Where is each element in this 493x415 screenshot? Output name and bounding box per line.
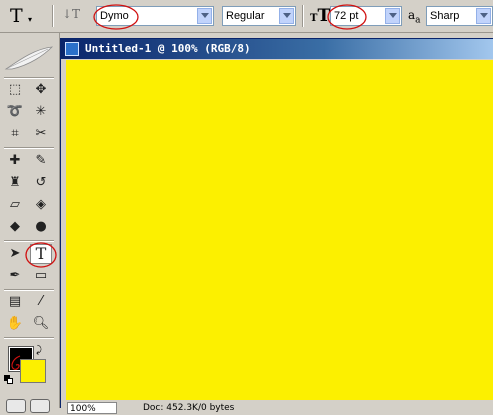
standard-mode-button[interactable] — [6, 399, 26, 413]
marquee-tool-icon[interactable]: ⬚ — [4, 80, 26, 100]
chevron-down-icon[interactable] — [385, 8, 400, 24]
divider — [4, 289, 54, 291]
canvas[interactable] — [66, 60, 493, 400]
lasso-tool-icon[interactable]: ➰ — [4, 102, 26, 122]
divider — [4, 240, 54, 242]
notes-tool-icon[interactable]: ▤ — [4, 292, 26, 312]
clone-stamp-tool-icon[interactable]: ♜ — [4, 173, 26, 193]
eyedropper-tool-icon[interactable]: ⁄ — [30, 292, 52, 312]
document-icon — [65, 42, 79, 56]
divider — [52, 5, 54, 27]
paint-bucket-tool-icon[interactable]: ◈ — [30, 195, 52, 215]
document-title: Untitled-1 @ 100% (RGB/8) — [85, 42, 251, 55]
crop-tool-icon[interactable]: ⌗ — [4, 124, 26, 144]
toolbox: ⬚ ✥ ➰ ✳ ⌗ ✂ ✚ ✎ ♜ ↺ ▱ ◈ ◆ ● ➤ T ✒ ▭ ▤ ⁄ … — [0, 33, 60, 413]
document-window[interactable]: Untitled-1 @ 100% (RGB/8) 100% Doc: 452.… — [60, 38, 493, 414]
eraser-tool-icon[interactable]: ▱ — [4, 195, 26, 215]
divider — [4, 337, 54, 339]
slice-tool-icon[interactable]: ✂ — [30, 124, 52, 144]
quick-mask-button[interactable] — [30, 399, 50, 413]
text-orientation-icon[interactable]: ↓T — [62, 7, 82, 25]
pen-tool-icon[interactable]: ✒ — [4, 266, 26, 286]
chevron-down-icon[interactable] — [279, 8, 294, 24]
blur-tool-icon[interactable]: ◆ — [4, 217, 26, 237]
font-family-value: Dymo — [100, 10, 129, 22]
font-style-value: Regular — [226, 10, 265, 22]
healing-brush-tool-icon[interactable]: ✚ — [4, 151, 26, 171]
font-size-value: 72 pt — [334, 10, 359, 22]
history-brush-tool-icon[interactable]: ↺ — [30, 173, 52, 193]
font-size-select[interactable]: 72 pt — [330, 6, 402, 26]
antialias-icon: aa — [408, 8, 421, 26]
type-tool-preset-button[interactable]: T ▾ — [10, 5, 40, 27]
divider — [302, 5, 304, 27]
path-selection-tool-icon[interactable]: ➤ — [4, 244, 26, 264]
chevron-down-icon: ▾ — [28, 15, 33, 24]
default-colors-icon[interactable] — [4, 375, 13, 384]
options-bar: T ▾ ↓T Dymo Regular TT 72 pt aa Sharp — [0, 0, 493, 33]
font-style-select[interactable]: Regular — [222, 6, 296, 26]
brush-tool-icon[interactable]: ✎ — [30, 151, 52, 171]
divider — [4, 147, 54, 149]
rectangle-tool-icon[interactable]: ▭ — [30, 266, 52, 286]
zoom-field[interactable]: 100% — [67, 402, 117, 414]
feather-icon — [4, 46, 54, 70]
antialias-value: Sharp — [430, 10, 460, 22]
hand-tool-icon[interactable]: ✋ — [4, 314, 26, 334]
dodge-tool-icon[interactable]: ● — [30, 217, 52, 237]
document-info: Doc: 452.3K/0 bytes — [143, 403, 235, 413]
magic-wand-tool-icon[interactable]: ✳ — [30, 102, 52, 122]
divider — [4, 77, 54, 79]
move-tool-icon[interactable]: ✥ — [30, 80, 52, 100]
background-color-swatch[interactable] — [20, 359, 46, 383]
swap-colors-icon[interactable]: ⤸ — [36, 345, 42, 356]
antialias-select[interactable]: Sharp — [426, 6, 493, 26]
chevron-down-icon[interactable] — [197, 8, 212, 24]
document-title-bar[interactable]: Untitled-1 @ 100% (RGB/8) — [61, 39, 493, 59]
font-size-icon: TT — [310, 6, 331, 26]
font-family-select[interactable]: Dymo — [96, 6, 214, 26]
chevron-down-icon[interactable] — [476, 8, 491, 24]
type-tool-icon[interactable]: T — [30, 244, 52, 264]
zoom-tool-icon[interactable]: 🔍︎ — [30, 314, 52, 334]
